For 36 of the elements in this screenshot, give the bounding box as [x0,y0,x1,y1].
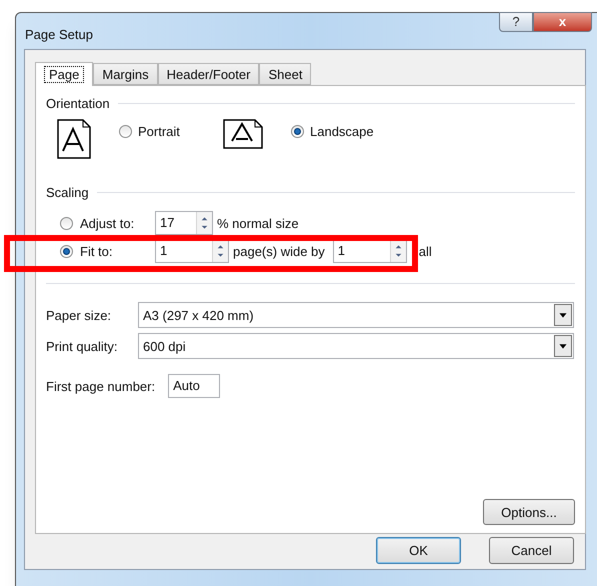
percent-spinbox[interactable]: 17 [155,211,213,235]
field-label: Print quality: [46,338,119,354]
spinner-arrows-icon[interactable] [390,240,406,262]
radio-label: Portrait [138,124,180,139]
radio-button[interactable] [60,244,73,258]
radio-label: Fit to: [80,244,114,258]
paper-size-dropdown[interactable]: A3 (297 x 420 mm) [138,302,574,328]
group-title: Orientation [46,96,110,111]
print-quality-dropdown[interactable]: 600 dpi [138,333,574,359]
landscape-page-icon [223,119,263,149]
ok-button[interactable]: OK [376,537,461,564]
spinner-arrows-icon[interactable] [196,212,212,234]
pages-wide-label: page(s) wide by [233,244,325,258]
tab[interactable]: Page [35,62,94,86]
spinner-arrows-icon[interactable] [212,240,228,262]
tab[interactable]: Sheet [259,63,312,85]
help-button[interactable]: ? [499,12,533,32]
group-title: Scaling [46,185,89,200]
pages-tall-spinbox[interactable]: 1 [332,239,407,263]
portrait-page-icon [57,119,91,159]
radio-button[interactable] [291,125,304,138]
radio-button[interactable] [60,216,73,230]
tab[interactable]: Margins [93,63,158,85]
cancel-button[interactable]: Cancel [489,537,574,564]
pages-wide-spinbox[interactable]: 1 [155,239,229,263]
suffix-label: % normal size [217,216,299,230]
tab[interactable]: Header/Footer [158,63,260,85]
radio-label: Adjust to: [80,216,136,230]
radio-label: Landscape [310,124,374,139]
input-field[interactable]: Auto [168,374,220,398]
options-button[interactable]: Options... [483,499,575,525]
window-title: Page Setup [25,27,93,42]
field-label: First page number: [46,378,156,394]
radio-button[interactable] [119,125,132,138]
suffix-label: all [418,244,432,258]
field-label: Paper size: [46,308,112,322]
